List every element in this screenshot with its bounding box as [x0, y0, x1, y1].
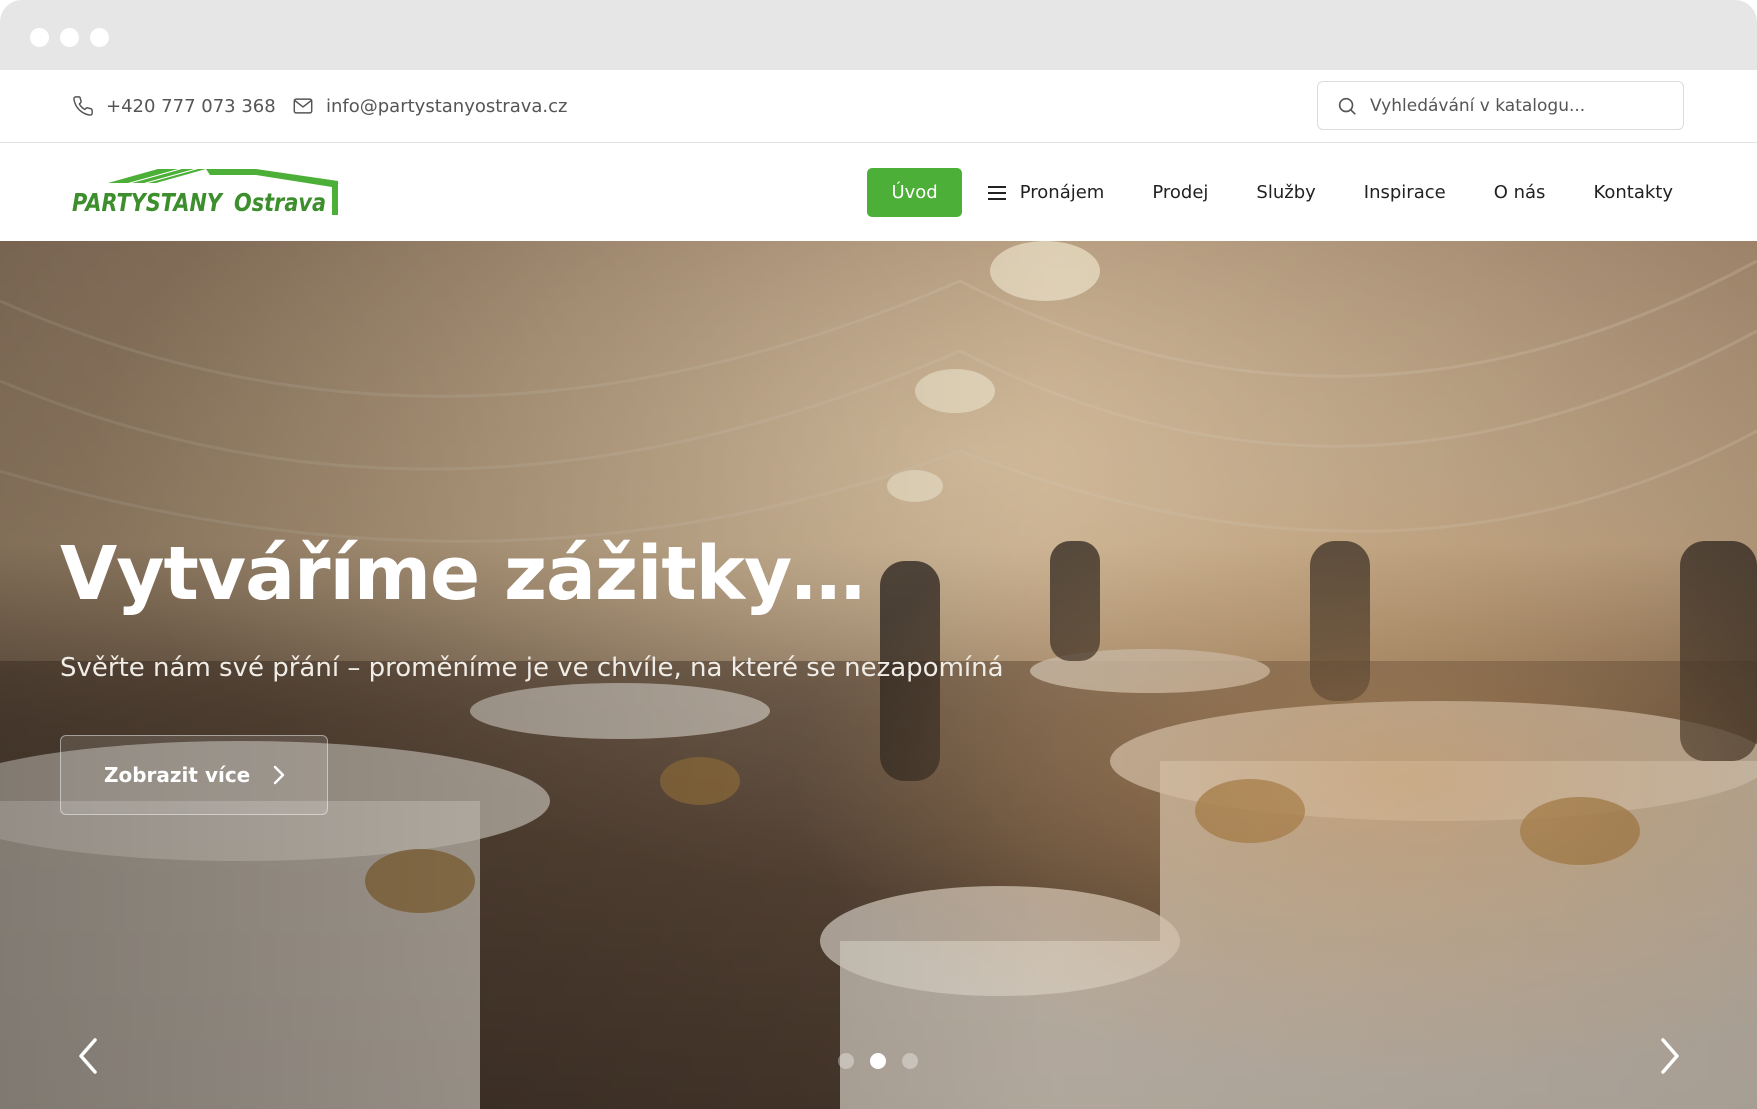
nav-item-pronajem[interactable]: Pronájem	[964, 168, 1129, 217]
mail-icon	[292, 95, 314, 117]
catalog-search[interactable]	[1317, 81, 1684, 130]
nav-item-o-nas[interactable]: O nás	[1470, 168, 1570, 217]
email-address: info@partystanyostrava.cz	[326, 95, 568, 117]
show-more-label: Zobrazit více	[104, 763, 251, 787]
search-icon	[1336, 95, 1358, 117]
chevron-right-icon	[1657, 1036, 1683, 1076]
search-input[interactable]	[1370, 95, 1660, 116]
slider-prev-button[interactable]	[68, 1031, 108, 1081]
nav-item-pronajem-label: Pronájem	[1019, 182, 1105, 203]
hero-title: Vytváříme zážitky…	[60, 531, 865, 617]
site-logo[interactable]: PARTYSTANY Ostrava	[70, 167, 340, 217]
slider-pagination	[838, 1053, 918, 1069]
nav-item-sluzby[interactable]: Služby	[1232, 168, 1339, 217]
logo-text-main: PARTYSTANY	[72, 188, 224, 217]
chevron-left-icon	[75, 1036, 101, 1076]
slider-dot-3[interactable]	[902, 1053, 918, 1069]
phone-link[interactable]: +420 777 073 368	[72, 70, 276, 142]
hero-subtitle: Svěřte nám své přání – proměníme je ve c…	[60, 653, 1004, 683]
menu-icon	[987, 185, 1006, 201]
phone-number: +420 777 073 368	[106, 95, 276, 117]
primary-nav: Úvod Pronájem Prodej Služby Inspirace O …	[867, 168, 1697, 217]
phone-icon	[72, 95, 94, 117]
slider-dot-1[interactable]	[838, 1053, 854, 1069]
chevron-right-icon	[272, 765, 286, 785]
show-more-button[interactable]: Zobrazit více	[60, 735, 328, 815]
nav-item-kontakty[interactable]: Kontakty	[1569, 168, 1697, 217]
logo-text-city: Ostrava	[234, 188, 326, 217]
top-contact-bar: +420 777 073 368 info@partystanyostrava.…	[0, 70, 1757, 143]
nav-item-uvod[interactable]: Úvod	[867, 168, 962, 217]
slider-dot-2[interactable]	[870, 1053, 886, 1069]
main-navbar: PARTYSTANY Ostrava Úvod Pronájem Prodej …	[0, 143, 1757, 241]
hero-slider: Vytváříme zážitky… Svěřte nám své přání …	[0, 241, 1757, 1109]
window-close-dot[interactable]	[30, 28, 49, 47]
window-maximize-dot[interactable]	[90, 28, 109, 47]
slider-next-button[interactable]	[1650, 1031, 1690, 1081]
window-minimize-dot[interactable]	[60, 28, 79, 47]
email-link[interactable]: info@partystanyostrava.cz	[292, 70, 567, 142]
browser-chrome	[0, 0, 1757, 70]
nav-item-prodej[interactable]: Prodej	[1128, 168, 1232, 217]
nav-item-inspirace[interactable]: Inspirace	[1340, 168, 1470, 217]
